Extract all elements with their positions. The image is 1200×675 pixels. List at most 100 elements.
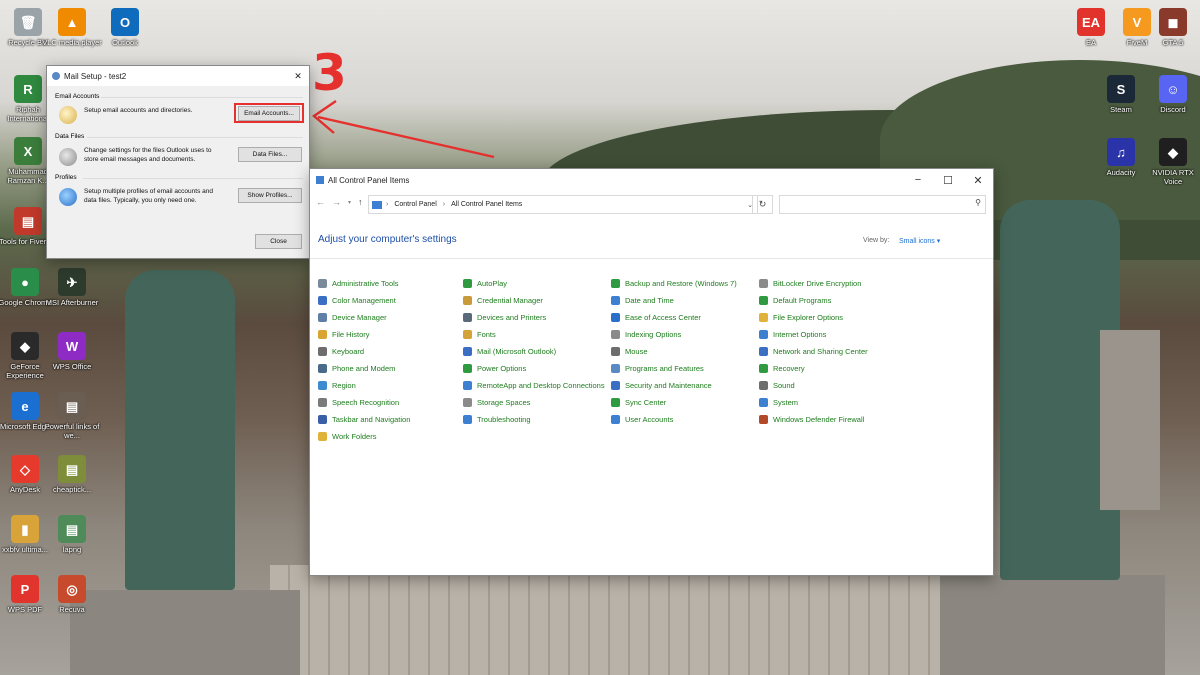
desktop-icon-label: Audacity	[1106, 168, 1136, 177]
item-label: Sound	[773, 381, 795, 390]
control-panel-item[interactable]: Date and Time	[611, 296, 674, 305]
group-divider	[101, 97, 303, 98]
show-profiles-button[interactable]: Show Profiles...	[238, 188, 302, 203]
item-label: Internet Options	[773, 330, 827, 339]
control-panel-item[interactable]: Devices and Printers	[463, 313, 546, 322]
app-icon: ▤	[14, 207, 42, 235]
control-panel-item[interactable]: Administrative Tools	[318, 279, 399, 288]
control-panel-item[interactable]: Backup and Restore (Windows 7)	[611, 279, 737, 288]
address-bar[interactable]: › Control Panel › All Control Panel Item…	[368, 195, 758, 214]
desktop-icon[interactable]: ◎ Recuva	[42, 575, 102, 614]
control-panel-item[interactable]: Power Options	[463, 364, 526, 373]
breadcrumb-control-panel[interactable]: Control Panel	[394, 201, 436, 208]
desktop-icon[interactable]: ◼ GTA 5	[1143, 8, 1200, 47]
profiles-description-line2: data files. Typically, you only need one…	[84, 197, 197, 204]
desktop-icon-label: Discord	[1160, 105, 1186, 114]
control-panel-item[interactable]: RemoteApp and Desktop Connections	[463, 381, 605, 390]
item-icon	[463, 279, 472, 288]
desktop-icon[interactable]: S Steam	[1091, 75, 1151, 114]
refresh-icon[interactable]: ↻	[752, 195, 773, 214]
back-icon[interactable]: ←	[316, 197, 325, 209]
control-panel-item[interactable]: Internet Options	[759, 330, 826, 339]
control-panel-item[interactable]: Programs and Features	[611, 364, 704, 373]
control-panel-item[interactable]: User Accounts	[611, 415, 673, 424]
close-icon[interactable]: ✕	[963, 174, 993, 187]
control-panel-item[interactable]: File Explorer Options	[759, 313, 843, 322]
item-label: Keyboard	[332, 347, 365, 356]
control-panel-item[interactable]: Recovery	[759, 364, 805, 373]
desktop-icon[interactable]: ▤ cheaptick...	[42, 455, 102, 494]
desktop-icon-label: lapng	[62, 545, 82, 554]
control-panel-item[interactable]: System	[759, 398, 798, 407]
desktop-icon[interactable]: ▤ lapng	[42, 515, 102, 554]
control-panel-item[interactable]: Troubleshooting	[463, 415, 531, 424]
email-accounts-button[interactable]: Email Accounts...	[238, 106, 300, 121]
control-panel-item[interactable]: Windows Defender Firewall	[759, 415, 864, 424]
recent-chevron-icon[interactable]: ▾	[348, 197, 351, 209]
app-icon: ☺	[1159, 75, 1187, 103]
item-icon	[611, 398, 620, 407]
data-files-button[interactable]: Data Files...	[238, 147, 302, 162]
item-icon	[318, 364, 327, 373]
maximize-icon[interactable]: ☐	[933, 174, 963, 187]
control-panel-item[interactable]: Fonts	[463, 330, 496, 339]
item-label: Programs and Features	[625, 364, 704, 373]
minimize-icon[interactable]: −	[903, 174, 933, 186]
mail-setup-app-icon	[52, 72, 60, 80]
control-panel-item[interactable]: Region	[318, 381, 356, 390]
desktop-icon[interactable]: ◆ NVIDIA RTX Voice	[1143, 138, 1200, 186]
desktop-icon[interactable]: ♫ Audacity	[1091, 138, 1151, 177]
wallpaper-lantern	[125, 270, 235, 590]
desktop-icon[interactable]: ▲ VLC media player	[42, 8, 102, 47]
search-input[interactable]: ⚲	[779, 195, 986, 214]
control-panel-item[interactable]: Keyboard	[318, 347, 364, 356]
close-button[interactable]: Close	[255, 234, 302, 249]
control-panel-item[interactable]: Network and Sharing Center	[759, 347, 868, 356]
control-panel-item[interactable]: Sync Center	[611, 398, 666, 407]
control-panel-item[interactable]: File History	[318, 330, 370, 339]
control-panel-item[interactable]: Storage Spaces	[463, 398, 530, 407]
desktop-icon[interactable]: ☺ Discord	[1143, 75, 1200, 114]
control-panel-item[interactable]: Work Folders	[318, 432, 376, 441]
close-icon[interactable]: ✕	[287, 71, 309, 82]
item-icon	[318, 296, 327, 305]
app-icon: ▤	[58, 515, 86, 543]
control-panel-item[interactable]: Taskbar and Navigation	[318, 415, 410, 424]
control-panel-item[interactable]: Speech Recognition	[318, 398, 399, 407]
item-icon	[759, 296, 768, 305]
control-panel-item[interactable]: Color Management	[318, 296, 396, 305]
up-icon[interactable]: ↑	[358, 197, 363, 209]
control-panel-item[interactable]: BitLocker Drive Encryption	[759, 279, 861, 288]
control-panel-item[interactable]: Default Programs	[759, 296, 831, 305]
desktop-icon[interactable]: W WPS Office	[42, 332, 102, 371]
control-panel-item[interactable]: Mouse	[611, 347, 648, 356]
control-panel-item[interactable]: Sound	[759, 381, 795, 390]
data-files-icon	[59, 148, 77, 166]
control-panel-item[interactable]: AutoPlay	[463, 279, 507, 288]
control-panel-item[interactable]: Credential Manager	[463, 296, 543, 305]
control-panel-item[interactable]: Indexing Options	[611, 330, 681, 339]
app-icon: ◎	[58, 575, 86, 603]
control-panel-item[interactable]: Security and Maintenance	[611, 381, 712, 390]
control-panel-app-icon	[316, 176, 324, 184]
forward-icon[interactable]: →	[332, 197, 341, 209]
control-panel-item[interactable]: Device Manager	[318, 313, 387, 322]
mail-setup-titlebar: Mail Setup - test2 ✕	[47, 66, 309, 86]
wallpaper-small-lantern	[1100, 330, 1160, 510]
view-by-dropdown[interactable]: Small icons ▾	[899, 237, 940, 245]
desktop-icon[interactable]: ✈ MSI Afterburner	[42, 268, 102, 307]
item-label: Administrative Tools	[332, 279, 399, 288]
app-icon: W	[58, 332, 86, 360]
item-icon	[611, 313, 620, 322]
app-icon: X	[14, 137, 42, 165]
desktop-icon[interactable]: ▤ Powerful links of we...	[42, 392, 102, 440]
control-panel-item[interactable]: Phone and Modem	[318, 364, 395, 373]
desktop-icon-label: cheaptick...	[53, 485, 91, 494]
breadcrumb-separator-icon: ›	[386, 201, 389, 208]
breadcrumb-all-items[interactable]: All Control Panel Items	[451, 201, 522, 208]
control-panel-item[interactable]: Mail (Microsoft Outlook)	[463, 347, 556, 356]
control-panel-item[interactable]: Ease of Access Center	[611, 313, 701, 322]
desktop-icon-label: GTA 5	[1162, 38, 1184, 47]
desktop-icon[interactable]: O Outlook	[95, 8, 155, 47]
app-icon: ◆	[1159, 138, 1187, 166]
